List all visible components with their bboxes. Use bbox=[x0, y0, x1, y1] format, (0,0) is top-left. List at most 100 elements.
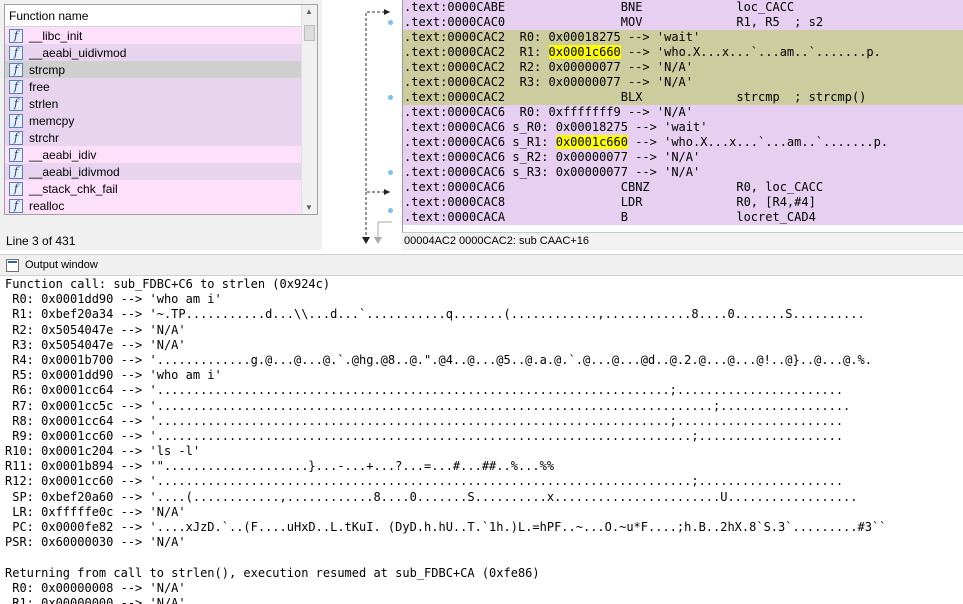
disasm-body: BNE loc_CACC bbox=[505, 0, 795, 14]
function-f-icon: f bbox=[9, 62, 23, 77]
function-f-icon: f bbox=[9, 113, 23, 128]
function-row[interactable]: f __libc_init bbox=[5, 27, 303, 44]
disasm-body: MOV R1, R5 ; s2 bbox=[505, 15, 824, 29]
output-line: R12: 0x0001cc60 --> '...................… bbox=[5, 474, 844, 489]
function-row[interactable]: f memcpy bbox=[5, 112, 303, 129]
disasm-address: .text:0000CAC6 bbox=[404, 135, 506, 149]
disasm-line[interactable]: .text:0000CAC6 s_R0: 0x00018275 --> 'wai… bbox=[403, 120, 963, 135]
highlighted-address[interactable]: 0x0001c660 bbox=[548, 45, 621, 59]
scroll-up-arrow-icon[interactable]: ▲ bbox=[305, 7, 313, 16]
branch-arrows-gutter bbox=[322, 0, 402, 250]
output-line: R6: 0x0001cc64 --> '....................… bbox=[5, 383, 844, 398]
disasm-line[interactable]: .text:0000CAC0 MOV R1, R5 ; s2 bbox=[403, 15, 963, 30]
disasm-address: .text:0000CAC2 bbox=[404, 75, 506, 89]
disasm-address: .text:0000CAC6 bbox=[404, 180, 506, 194]
disassembly-view[interactable]: .text:0000CABE BNE loc_CACC .text:0000CAC… bbox=[402, 0, 963, 234]
breakpoint-dot-icon[interactable] bbox=[388, 20, 393, 25]
disasm-address: .text:0000CAC6 bbox=[404, 105, 506, 119]
function-row[interactable]: f __aeabi_uidivmod bbox=[5, 44, 303, 61]
function-row[interactable]: f strchr bbox=[5, 129, 303, 146]
output-line: PC: 0x0000fe82 --> '....xJzD.`..(F....uH… bbox=[5, 520, 887, 534]
disasm-body: CBNZ R0, loc_CACC bbox=[505, 180, 824, 194]
disasm-line[interactable]: .text:0000CAC2 R1: 0x0001c660 --> 'who.X… bbox=[403, 45, 963, 60]
function-row[interactable]: f strcmp bbox=[5, 61, 303, 78]
disasm-address: .text:0000CAC2 bbox=[404, 90, 506, 104]
function-rows: f __libc_init f __aeabi_uidivmod f strcmp f fre… bbox=[5, 27, 317, 214]
disasm-line[interactable]: .text:0000CACA B locret_CAD4 bbox=[403, 210, 963, 225]
disasm-line[interactable]: .text:0000CAC6 s_R3: 0x00000077 --> 'N/A… bbox=[403, 165, 963, 180]
function-name: memcpy bbox=[29, 113, 75, 128]
function-list: Function name f __libc_init f __aeabi_uidiv… bbox=[4, 4, 318, 215]
highlighted-address[interactable]: 0x0001c660 bbox=[555, 135, 628, 149]
output-line: PSR: 0x60000030 --> 'N/A' bbox=[5, 535, 186, 550]
function-name-column-header[interactable]: Function name bbox=[5, 5, 317, 27]
output-line: R10: 0x0001c204 --> 'ls -l' bbox=[5, 444, 201, 459]
disasm-body: B locret_CAD4 bbox=[505, 210, 816, 224]
output-line: R11: 0x0001b894 --> '"..................… bbox=[5, 459, 555, 474]
function-row[interactable]: f strlen bbox=[5, 95, 303, 112]
function-row[interactable]: f __aeabi_idiv bbox=[5, 146, 303, 163]
disasm-body: R2: 0x00000077 --> 'N/A' bbox=[505, 60, 693, 74]
function-name: __aeabi_idivmod bbox=[29, 164, 120, 179]
function-row[interactable]: f free bbox=[5, 78, 303, 95]
function-f-icon: f bbox=[9, 79, 23, 94]
disasm-body: LDR R0, [R4,#4] bbox=[505, 195, 816, 209]
function-f-icon: f bbox=[9, 28, 23, 43]
disasm-address: .text:0000CAC0 bbox=[404, 15, 506, 29]
disasm-address: .text:0000CAC2 bbox=[404, 30, 506, 44]
disasm-address: .text:0000CAC6 bbox=[404, 120, 506, 134]
disasm-line[interactable]: .text:0000CAC6 s_R2: 0x00000077 --> 'N/A… bbox=[403, 150, 963, 165]
function-row[interactable]: f __stack_chk_fail bbox=[5, 180, 303, 197]
disasm-line[interactable]: .text:0000CAC2 R2: 0x00000077 --> 'N/A' bbox=[403, 60, 963, 75]
disasm-body: R0: 0x00018275 --> 'wait' bbox=[505, 30, 701, 44]
output-line: R1: 0xbef20a34 --> '~.TP...........d...\… bbox=[5, 307, 865, 322]
function-row[interactable]: f realloc bbox=[5, 197, 303, 214]
disasm-line[interactable]: .text:0000CAC2 BLX strcmp ; strcmp() bbox=[403, 90, 963, 105]
function-f-icon: f bbox=[9, 45, 23, 60]
disasm-body: s_R3: 0x00000077 --> 'N/A' bbox=[505, 165, 701, 179]
function-f-icon: f bbox=[9, 164, 23, 179]
output-window-titlebar[interactable]: Output window bbox=[0, 254, 963, 276]
breakpoint-dot-icon[interactable] bbox=[388, 208, 393, 213]
function-name: __aeabi_uidivmod bbox=[29, 45, 127, 60]
function-row[interactable]: f __aeabi_idivmod bbox=[5, 163, 303, 180]
disasm-line[interactable]: .text:0000CAC6 R0: 0xfffffff9 --> 'N/A' bbox=[403, 105, 963, 120]
scrollbar-thumb[interactable] bbox=[304, 25, 315, 41]
disasm-body: s_R1: bbox=[505, 135, 556, 149]
output-line: Function call: sub_FDBC+C6 to strlen (0x… bbox=[5, 277, 331, 291]
disasm-body: R3: 0x00000077 --> 'N/A' bbox=[505, 75, 693, 89]
breakpoint-dot-icon[interactable] bbox=[388, 95, 393, 100]
output-line: R0: 0x0001dd90 --> 'who am i' bbox=[5, 292, 222, 307]
disasm-line[interactable]: .text:0000CAC6 s_R1: 0x0001c660 --> 'who… bbox=[403, 135, 963, 150]
output-window-title: Output window bbox=[25, 259, 98, 271]
output-line: R2: 0x5054047e --> 'N/A' bbox=[5, 322, 186, 337]
disasm-line[interactable]: .text:0000CAC2 R0: 0x00018275 --> 'wait' bbox=[403, 30, 963, 45]
output-window-icon bbox=[6, 259, 19, 272]
breakpoint-dot-icon[interactable] bbox=[388, 170, 393, 175]
function-name: __libc_init bbox=[29, 28, 83, 43]
disasm-tail: --> 'who.X...x...`...am..`.......p. bbox=[627, 135, 889, 149]
output-line: R3: 0x5054047e --> 'N/A' bbox=[5, 337, 186, 352]
disasm-address: .text:0000CAC2 bbox=[404, 60, 506, 74]
disasm-body: R1: bbox=[505, 45, 549, 59]
functions-window: Function name f __libc_init f __aeabi_uidiv… bbox=[0, 0, 322, 250]
function-list-scrollbar[interactable]: ▲ ▼ bbox=[301, 5, 317, 214]
function-f-icon: f bbox=[9, 181, 23, 196]
function-f-icon: f bbox=[9, 96, 23, 111]
function-name: realloc bbox=[29, 198, 65, 213]
disasm-line[interactable]: .text:0000CAC8 LDR R0, [R4,#4] bbox=[403, 195, 963, 210]
output-line: R8: 0x0001cc64 --> '....................… bbox=[5, 413, 844, 428]
output-line: SP: 0xbef20a60 --> '....(............,..… bbox=[5, 489, 858, 504]
function-name: strlen bbox=[29, 96, 59, 111]
output-line: R0: 0x00000008 --> 'N/A' bbox=[5, 580, 186, 595]
output-window-log[interactable]: Function call: sub_FDBC+C6 to strlen (0x… bbox=[0, 277, 963, 604]
disasm-body: s_R2: 0x00000077 --> 'N/A' bbox=[505, 150, 701, 164]
scroll-down-arrow-icon[interactable]: ▼ bbox=[305, 203, 313, 212]
output-line: Returning from call to strlen(), executi… bbox=[5, 565, 540, 580]
disasm-line[interactable]: .text:0000CAC2 R3: 0x00000077 --> 'N/A' bbox=[403, 75, 963, 90]
disasm-line[interactable]: .text:0000CABE BNE loc_CACC bbox=[403, 0, 963, 15]
disasm-body: BLX strcmp ; strcmp() bbox=[505, 90, 867, 104]
disasm-line[interactable]: .text:0000CAC6 CBNZ R0, loc_CACC bbox=[403, 180, 963, 195]
disasm-address: .text:0000CABE bbox=[404, 0, 506, 14]
